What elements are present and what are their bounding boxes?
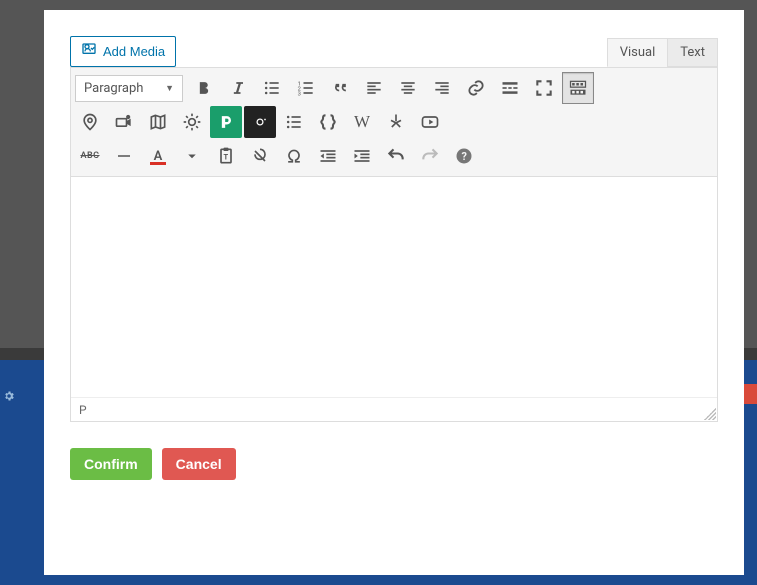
tab-text[interactable]: Text [667,38,718,67]
tab-visual[interactable]: Visual [607,38,669,67]
map-icon[interactable] [142,106,174,138]
resize-handle[interactable] [704,408,716,420]
align-left-button[interactable] [358,72,390,104]
blockquote-button[interactable] [324,72,356,104]
editor-toolbar: Paragraph ▼ 123 [71,68,717,177]
format-select-label: Paragraph [84,81,143,96]
yelp-icon[interactable] [380,106,412,138]
unordered-list-button[interactable] [256,72,288,104]
outdent-button[interactable] [312,140,344,172]
svg-text:T: T [224,152,229,161]
bold-button[interactable] [188,72,220,104]
toolbar-toggle-button[interactable] [562,72,594,104]
italic-button[interactable] [222,72,254,104]
undo-button[interactable] [380,140,412,172]
cancel-button[interactable]: Cancel [162,448,236,480]
element-path[interactable]: P [79,403,87,417]
link-button[interactable] [460,72,492,104]
editor-modal: Add Media Visual Text Paragraph ▼ 123 [44,10,744,575]
editor-container: Paragraph ▼ 123 [70,67,718,422]
youtube-icon[interactable] [414,106,446,138]
pixabay-button[interactable] [244,106,276,138]
add-media-label: Add Media [103,44,165,59]
editor-tabs: Visual Text [608,38,718,67]
text-color-dropdown[interactable] [176,140,208,172]
strikethrough-button[interactable]: ABC [74,140,106,172]
redo-button[interactable] [414,140,446,172]
wikipedia-button[interactable]: W [346,106,378,138]
help-button[interactable]: ? [448,140,480,172]
media-icon [81,42,97,61]
chevron-down-icon: ▼ [165,83,174,94]
confirm-button[interactable]: Confirm [70,448,152,480]
pexels-button[interactable] [210,106,242,138]
indent-button[interactable] [346,140,378,172]
clear-formatting-button[interactable] [244,140,276,172]
video-record-icon[interactable] [108,106,140,138]
shortcode-icon[interactable] [312,106,344,138]
svg-text:3: 3 [298,92,301,98]
paste-text-button[interactable]: T [210,140,242,172]
add-media-button[interactable]: Add Media [70,36,176,67]
read-more-button[interactable] [494,72,526,104]
format-select[interactable]: Paragraph ▼ [75,75,183,102]
editor-content-area[interactable] [71,177,717,397]
editor-statusbar: P [71,397,717,421]
brightness-icon[interactable] [176,106,208,138]
horizontal-rule-button[interactable] [108,140,140,172]
text-color-button[interactable]: A [142,140,174,172]
ordered-list-button[interactable]: 123 [290,72,322,104]
align-center-button[interactable] [392,72,424,104]
fullscreen-button[interactable] [528,72,560,104]
svg-text:?: ? [462,150,467,163]
map-pin-icon[interactable] [74,106,106,138]
special-character-button[interactable] [278,140,310,172]
checklist-icon[interactable] [278,106,310,138]
background-gear-icon [3,390,15,405]
align-right-button[interactable] [426,72,458,104]
